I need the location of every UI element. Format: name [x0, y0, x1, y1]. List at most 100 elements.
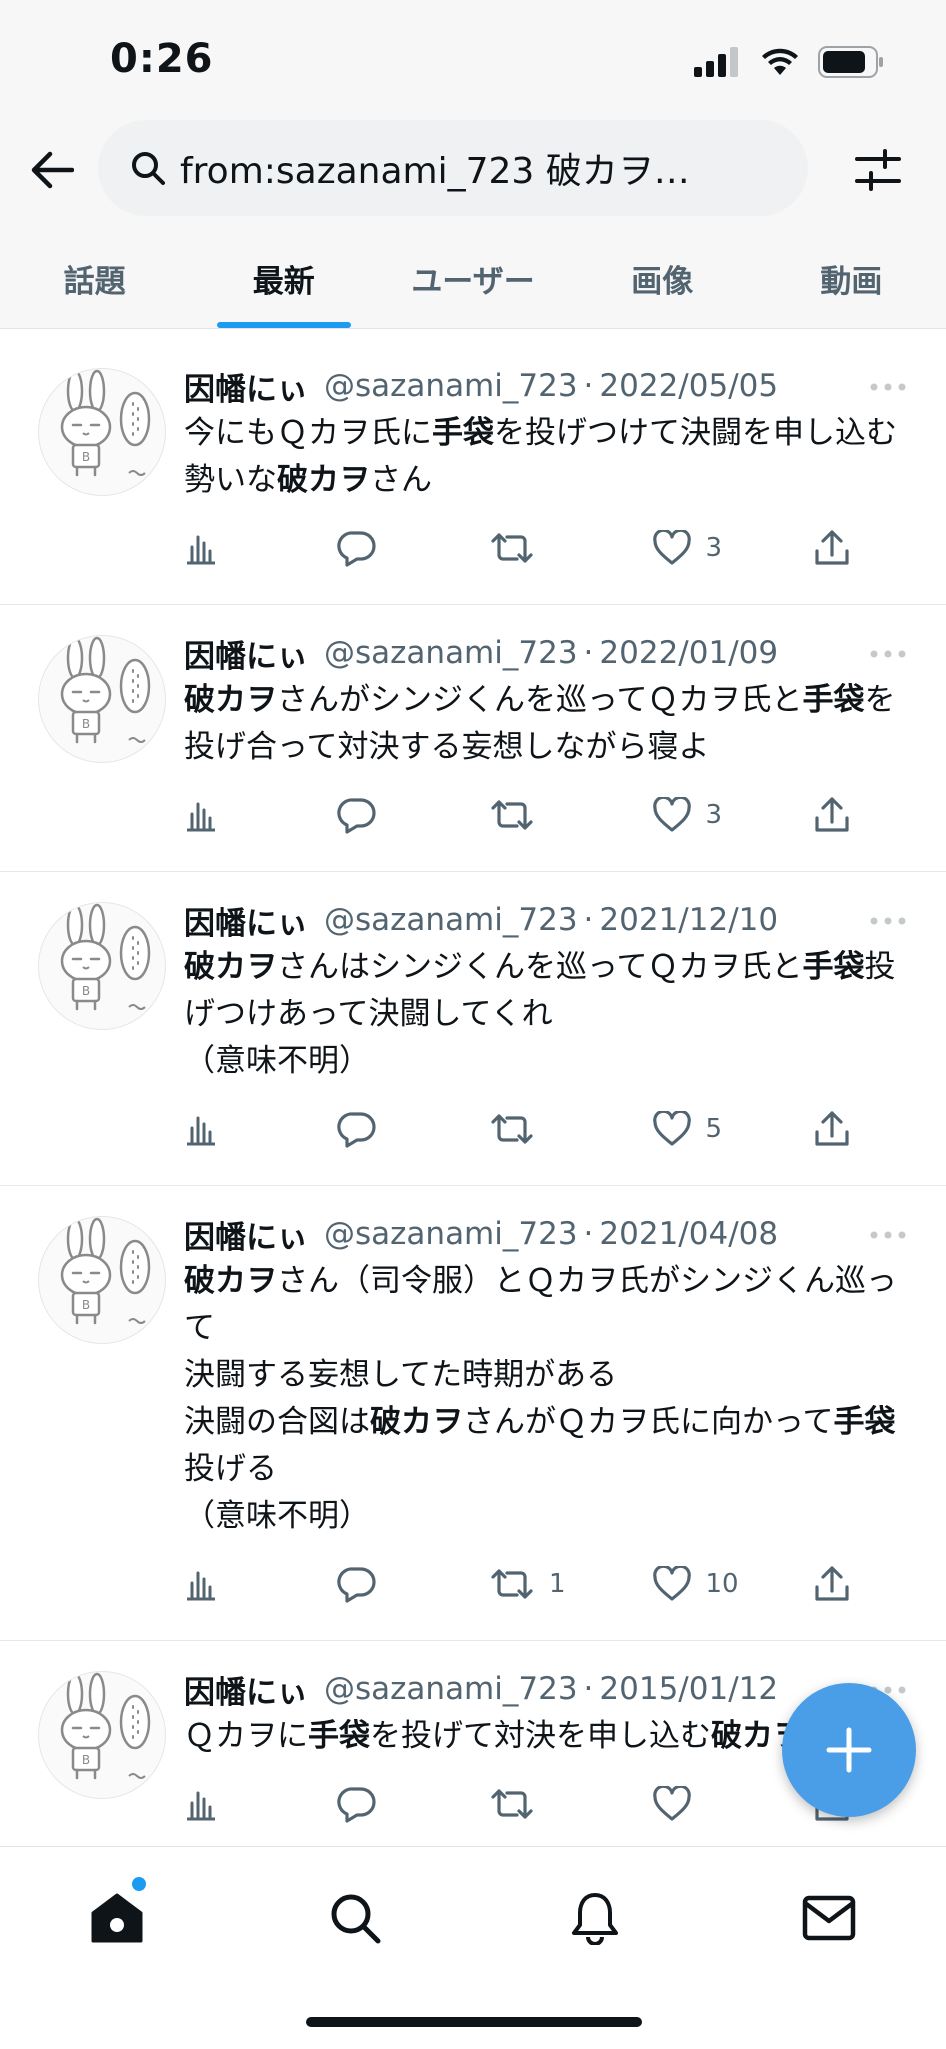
compose-button[interactable]: [782, 1683, 916, 1817]
tab-top[interactable]: 話題: [0, 230, 189, 328]
tweet-date[interactable]: 2022/05/05: [599, 368, 778, 404]
views-button[interactable]: [184, 1567, 274, 1601]
tab-videos[interactable]: 動画: [757, 230, 946, 328]
retweet-button[interactable]: 1: [489, 1567, 589, 1601]
author-handle[interactable]: @sazanami_723: [324, 1671, 578, 1707]
highlighted-term: 破カヲ: [370, 1404, 463, 1440]
author-name[interactable]: 因幡にぃ: [184, 1212, 308, 1257]
views-button[interactable]: [184, 798, 274, 832]
share-button[interactable]: [814, 1110, 904, 1148]
tweet-body: 因幡にぃ @sazanami_723 · 2022/01/09 破カヲさんがシンジくんを…: [184, 605, 946, 845]
tweet-actions: 3: [184, 518, 904, 578]
avatar[interactable]: B: [38, 1216, 166, 1344]
retweet-button[interactable]: [489, 531, 589, 565]
separator-dot: ·: [583, 368, 594, 404]
tab-people[interactable]: ユーザー: [378, 230, 567, 328]
text-segment: さんがシンジくんを巡ってＱカヲ氏と: [277, 682, 803, 718]
reply-icon: [336, 531, 376, 567]
share-button[interactable]: [814, 796, 904, 834]
author-handle[interactable]: @sazanami_723: [324, 635, 578, 671]
retweet-icon: [491, 800, 533, 830]
rabbit-avatar: B: [60, 1672, 151, 1780]
tweet-date[interactable]: 2015/01/12: [599, 1671, 778, 1707]
back-button[interactable]: [24, 142, 80, 198]
tweet-row[interactable]: B 因幡にぃ @sazanami_723 · 2022/05/05 今にもＱカヲ氏に手袋を…: [0, 338, 946, 605]
like-button[interactable]: [652, 1786, 752, 1822]
reply-button[interactable]: [336, 1565, 427, 1603]
filter-button[interactable]: [850, 142, 906, 198]
retweet-button[interactable]: [489, 1787, 589, 1821]
text-segment: 決闘の合図は: [184, 1404, 370, 1440]
author-handle[interactable]: @sazanami_723: [324, 368, 578, 404]
views-button[interactable]: [184, 1112, 274, 1146]
text-segment: （意味不明）: [184, 1498, 370, 1534]
tab-label: 話題: [63, 264, 126, 300]
reply-button[interactable]: [336, 1785, 427, 1823]
author-name[interactable]: 因幡にぃ: [184, 631, 308, 676]
avatar[interactable]: B: [38, 635, 166, 763]
tweet-header: 因幡にぃ @sazanami_723 · 2021/04/08: [184, 1212, 906, 1256]
retweet-button[interactable]: [489, 798, 589, 832]
nav-messages[interactable]: [796, 1885, 862, 1951]
tweet-date[interactable]: 2021/04/08: [599, 1216, 778, 1252]
avatar[interactable]: B: [38, 368, 166, 496]
home-icon: [91, 1893, 143, 1943]
share-icon: [815, 530, 849, 565]
author-name[interactable]: 因幡にぃ: [184, 1667, 308, 1712]
search-input[interactable]: from:sazanami_723 破カヲ…: [98, 120, 808, 216]
author-name[interactable]: 因幡にぃ: [184, 898, 308, 943]
signal-icon: [694, 47, 738, 77]
tweet-header: 因幡にぃ @sazanami_723 · 2021/12/10: [184, 898, 906, 942]
highlighted-term: 手袋: [802, 949, 865, 985]
highlighted-term: 破カヲ: [184, 949, 277, 985]
more-options-button[interactable]: [870, 910, 906, 929]
wifi-icon: [762, 48, 798, 75]
like-button[interactable]: 3: [652, 797, 752, 833]
views-button[interactable]: [184, 1787, 274, 1821]
reply-button[interactable]: [336, 796, 427, 834]
like-button[interactable]: 10: [652, 1566, 752, 1602]
svg-text:B: B: [82, 1298, 90, 1312]
like-button[interactable]: 3: [652, 530, 752, 566]
nav-home[interactable]: [84, 1885, 150, 1951]
more-options-button[interactable]: [870, 643, 906, 662]
like-count: 3: [705, 533, 723, 563]
tab-latest[interactable]: 最新: [189, 230, 378, 328]
tweet-date[interactable]: 2021/12/10: [599, 902, 778, 938]
author-handle[interactable]: @sazanami_723: [324, 1216, 578, 1252]
views-button[interactable]: [184, 531, 274, 565]
tweet-actions: 1 10: [184, 1554, 904, 1614]
reply-button[interactable]: [336, 529, 427, 567]
bar-chart-icon: [187, 802, 215, 832]
more-icon: [870, 650, 906, 658]
more-options-button[interactable]: [870, 1224, 906, 1243]
tweet-body: 因幡にぃ @sazanami_723 · 2021/12/10 破カヲさんはシンジくんを…: [184, 872, 946, 1159]
text-segment: を投げて対決を申し込む: [370, 1718, 711, 1754]
nav-notifications[interactable]: [562, 1885, 628, 1951]
highlighted-term: 破カヲ: [277, 462, 370, 498]
tab-photos[interactable]: 画像: [568, 230, 757, 328]
like-count: 5: [705, 1114, 723, 1144]
author-name[interactable]: 因幡にぃ: [184, 364, 308, 409]
status-time: 0:26: [110, 36, 214, 82]
tweet-row[interactable]: B 因幡にぃ @sazanami_723 · 2022/01/09 破カヲさんがシンジくん…: [0, 605, 946, 872]
avatar[interactable]: B: [38, 1671, 166, 1799]
retweet-button[interactable]: [489, 1112, 589, 1146]
tweet-row[interactable]: B 因幡にぃ @sazanami_723 · 2021/04/08 破カヲさん（司令服）と…: [0, 1186, 946, 1641]
author-handle[interactable]: @sazanami_723: [324, 902, 578, 938]
share-icon: [815, 797, 849, 832]
svg-text:B: B: [82, 450, 90, 464]
avatar[interactable]: B: [38, 902, 166, 1030]
tweet-date[interactable]: 2022/01/09: [599, 635, 778, 671]
rabbit-avatar: B: [60, 903, 151, 1011]
text-segment: 投げる: [184, 1451, 277, 1487]
like-button[interactable]: 5: [652, 1111, 752, 1147]
more-options-button[interactable]: [870, 376, 906, 395]
share-button[interactable]: [814, 1565, 904, 1603]
reply-button[interactable]: [336, 1110, 427, 1148]
share-button[interactable]: [814, 529, 904, 567]
retweet-icon: [491, 1789, 533, 1819]
nav-explore[interactable]: [322, 1885, 388, 1951]
tweet-row[interactable]: B 因幡にぃ @sazanami_723 · 2021/12/10 破カヲさんはシンジくん…: [0, 872, 946, 1186]
share-icon: [815, 1566, 849, 1601]
